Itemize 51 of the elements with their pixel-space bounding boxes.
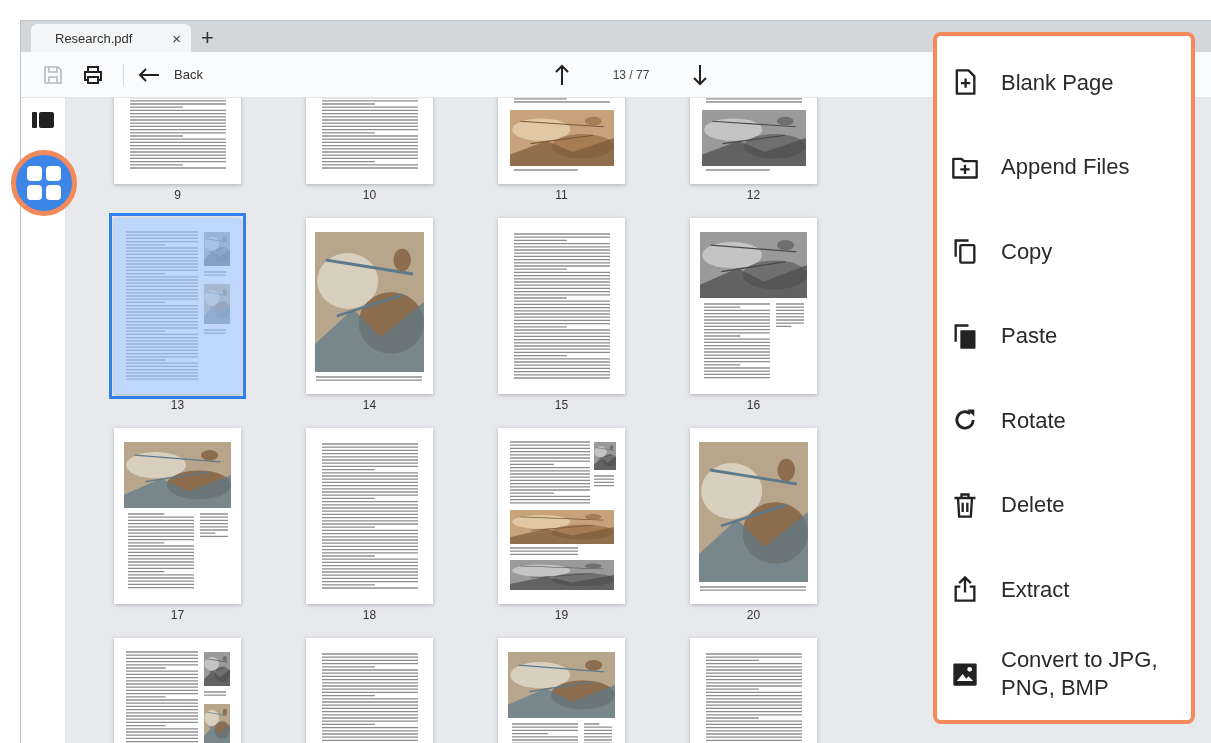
text-lines (705, 169, 771, 171)
page-number: 9 (174, 187, 181, 204)
text-lines (513, 169, 579, 171)
menu-item[interactable]: Delete (937, 462, 1191, 547)
page-thumbnail[interactable] (306, 428, 433, 604)
text-lines (509, 547, 579, 556)
page-number: 13 (170, 397, 185, 414)
panel-icon (31, 110, 55, 130)
close-tab-button[interactable]: × (172, 29, 181, 47)
new-tab-button[interactable]: + (197, 24, 218, 52)
text-lines (583, 723, 613, 743)
page-number: 18 (362, 607, 377, 624)
text-lines (593, 475, 615, 487)
document-tab[interactable]: Research.pdf × (31, 24, 191, 52)
sidebar-toggle-button[interactable] (31, 110, 55, 130)
page-number: 11 (555, 187, 568, 204)
text-lines (775, 303, 805, 328)
text-lines (203, 329, 227, 334)
printer-icon (82, 63, 104, 86)
page-thumbnail[interactable] (690, 218, 817, 394)
page-indicator: 13 / 77 (611, 67, 651, 82)
page-thumbnail[interactable] (498, 218, 625, 394)
left-arrow-icon (138, 67, 160, 82)
page-number: 12 (746, 187, 761, 204)
menu-item[interactable]: Blank Page (937, 40, 1191, 125)
text-lines (199, 513, 229, 538)
menu-item[interactable]: Paste (937, 293, 1191, 378)
menu-item[interactable]: Extract (937, 547, 1191, 632)
menu-item[interactable]: Rotate (937, 378, 1191, 463)
menu-item[interactable]: Append Files (937, 124, 1191, 209)
page-number: 10 (362, 187, 377, 204)
save-icon (42, 63, 64, 86)
page-number: 16 (746, 397, 761, 414)
page-number: 17 (170, 607, 185, 624)
page-thumbnail[interactable] (690, 428, 817, 604)
page-thumbnail[interactable] (498, 428, 625, 604)
page-number: 15 (554, 397, 569, 414)
page-thumbnail[interactable] (306, 218, 433, 394)
grid-icon (26, 165, 62, 201)
page-number: 20 (746, 607, 761, 624)
text-lines (511, 723, 579, 743)
text-lines (203, 271, 227, 276)
page-thumbnail[interactable] (114, 428, 241, 604)
up-arrow-icon (554, 63, 570, 86)
down-arrow-icon (692, 63, 708, 86)
back-button[interactable]: Back (138, 67, 203, 82)
menu-item[interactable]: Copy (937, 209, 1191, 294)
page-number: 14 (362, 397, 377, 414)
menu-item[interactable]: Convert to JPG, PNG, BMP (937, 631, 1191, 716)
text-lines (203, 691, 227, 696)
page-number: 19 (554, 607, 569, 624)
